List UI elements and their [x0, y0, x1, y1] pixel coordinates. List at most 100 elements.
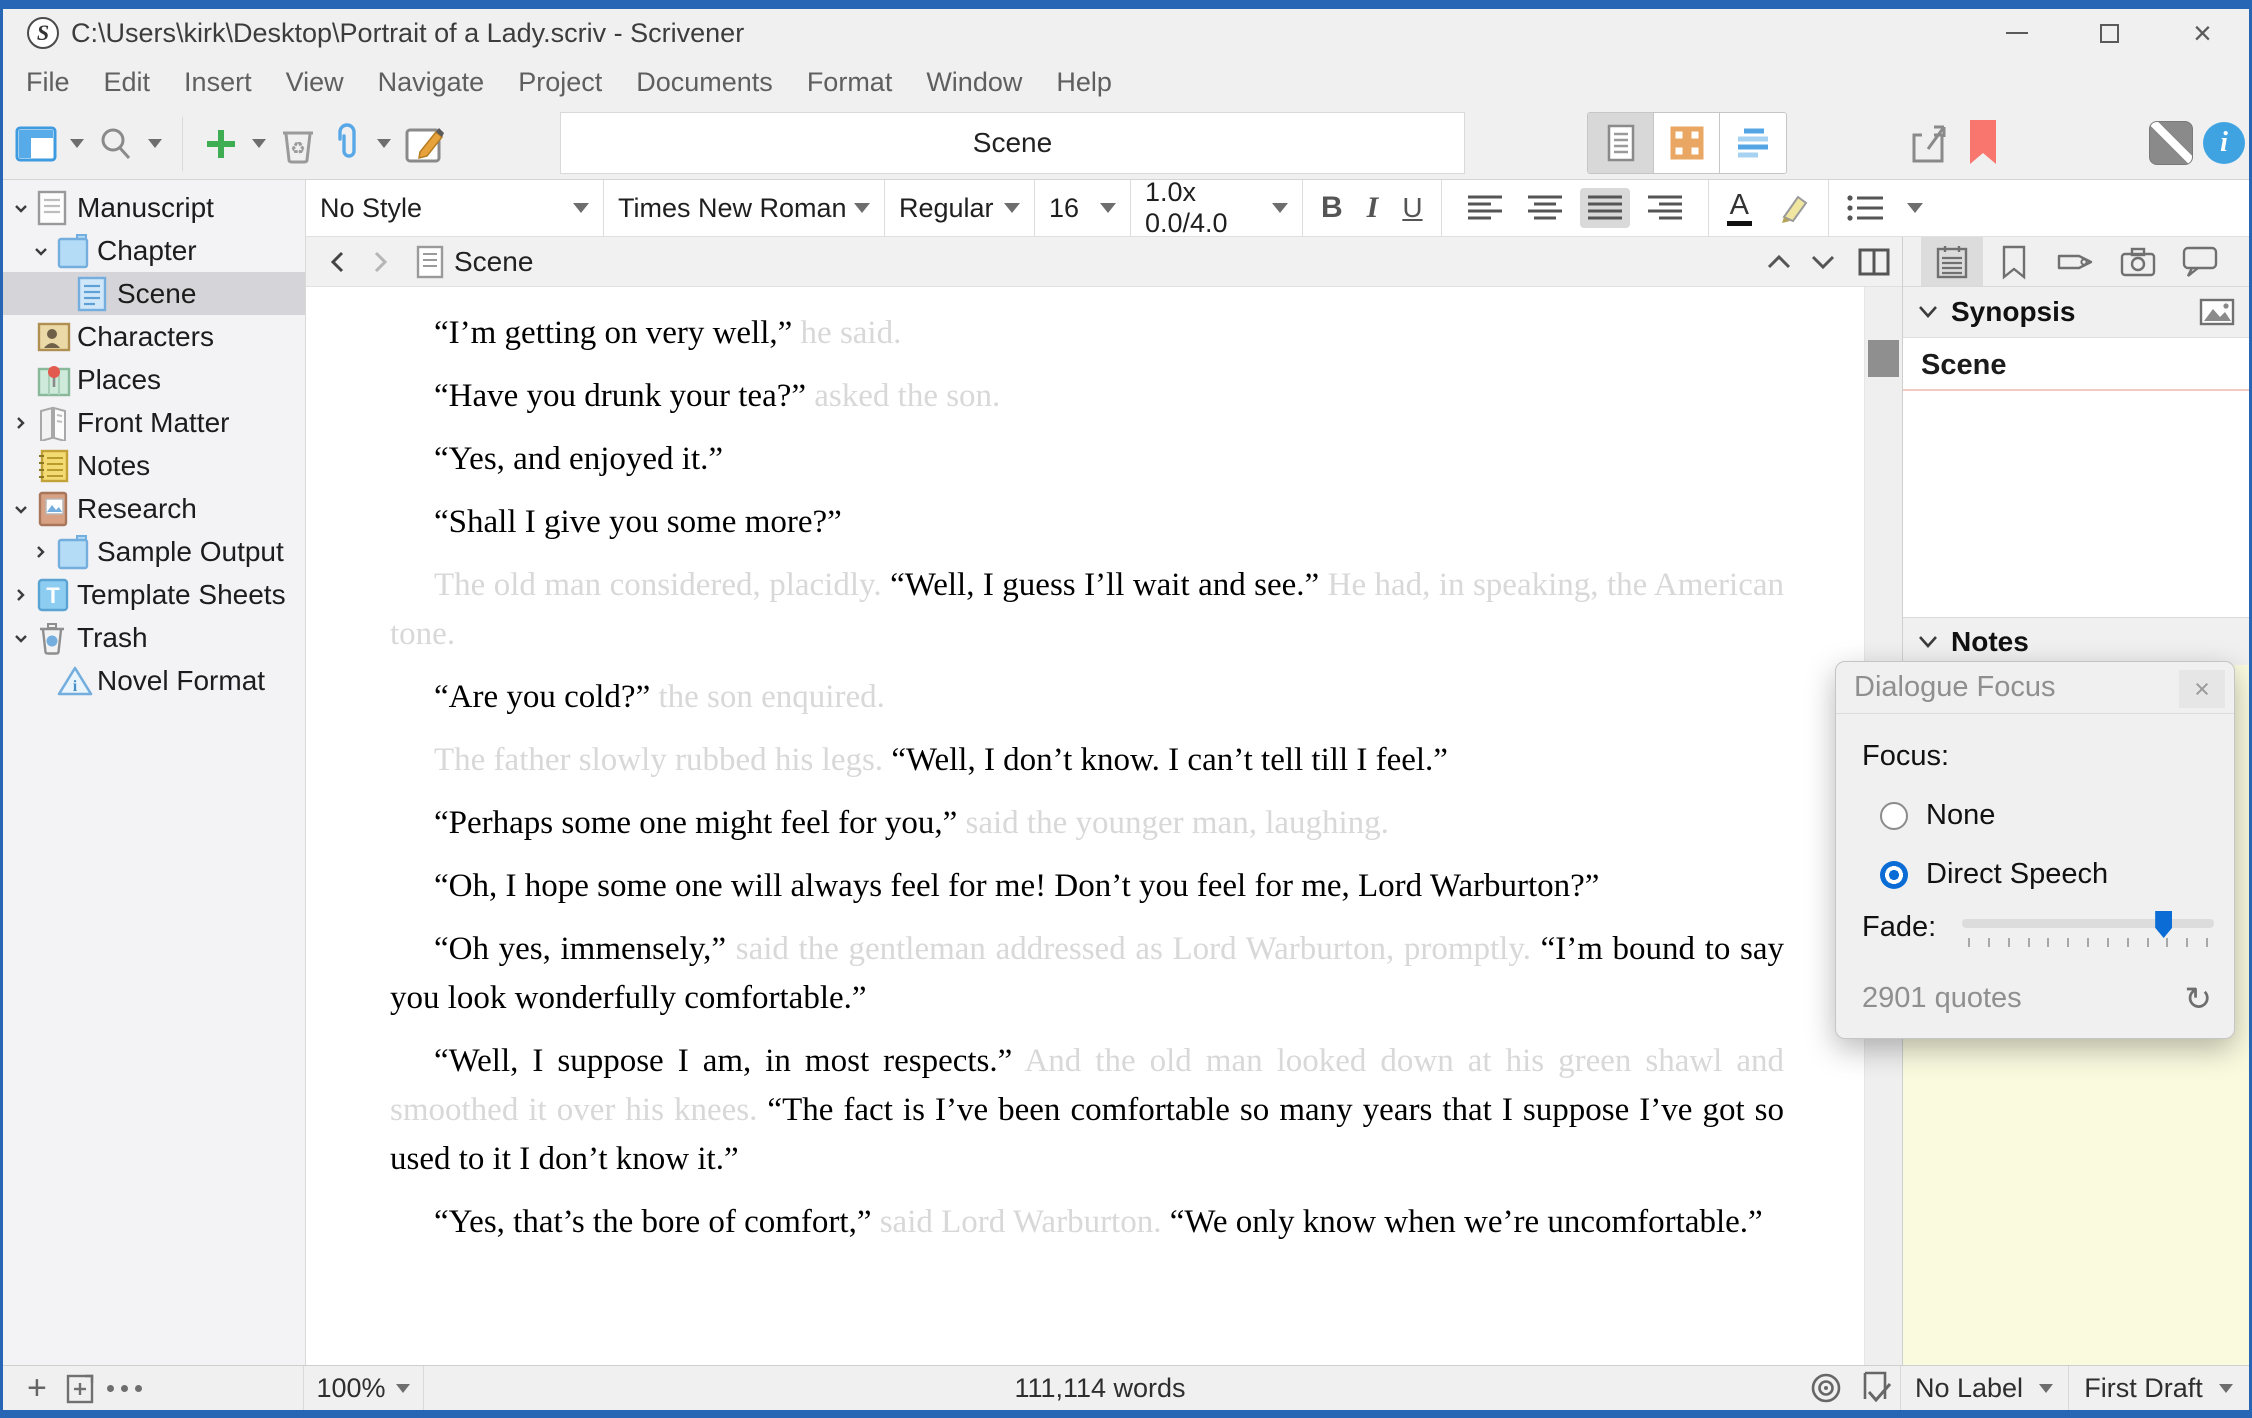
paperclip-icon[interactable] [330, 123, 364, 165]
info-icon[interactable]: i [2203, 122, 2245, 164]
compose-mode-icon[interactable] [2149, 121, 2193, 165]
add-item-icon[interactable] [203, 126, 239, 162]
synopsis-header[interactable]: Synopsis [1903, 287, 2249, 337]
mark-reviewed-icon[interactable] [1859, 1366, 1895, 1410]
chevron-down-icon[interactable] [11, 198, 37, 218]
chevron-down-icon[interactable] [1907, 203, 1923, 213]
label-dropdown[interactable]: No Label [1900, 1366, 2068, 1410]
menu-file[interactable]: File [9, 67, 87, 98]
binder-item-characters[interactable]: Characters [3, 315, 305, 358]
menu-view[interactable]: View [269, 67, 361, 98]
style-dropdown[interactable]: No Style [306, 180, 604, 236]
share-icon[interactable] [1908, 121, 1952, 167]
status-dropdown[interactable]: First Draft [2068, 1366, 2249, 1410]
tab-metadata[interactable] [2045, 237, 2107, 286]
focus-option-none[interactable]: None [1880, 799, 2234, 832]
add-document-button[interactable]: + [27, 1371, 47, 1405]
binder-toggle-icon[interactable] [15, 126, 57, 162]
back-button[interactable] [328, 250, 346, 274]
paperclip-caret[interactable] [377, 139, 391, 148]
search-caret[interactable] [148, 139, 162, 148]
view-mode-document-button[interactable] [1588, 113, 1654, 173]
dialog-close-button[interactable]: × [2179, 670, 2225, 708]
more-options-button[interactable] [107, 1366, 142, 1410]
menu-project[interactable]: Project [501, 67, 619, 98]
text-color-button[interactable]: A [1727, 190, 1752, 225]
view-mode-corkboard-button[interactable] [1654, 113, 1720, 173]
align-right-button[interactable] [1640, 188, 1690, 228]
chevron-down-icon[interactable] [31, 241, 57, 261]
bookmark-icon[interactable] [1968, 120, 1998, 166]
radio-off-icon[interactable] [1880, 802, 1908, 830]
scrollbar-thumb[interactable] [1868, 340, 1899, 377]
refresh-icon[interactable]: ↻ [2184, 979, 2212, 1018]
binder-item-novel-format[interactable]: i Novel Format [3, 659, 305, 702]
chevron-down-icon[interactable] [1917, 304, 1939, 320]
maximize-button[interactable] [2063, 9, 2156, 57]
binder-item-sample-output[interactable]: Sample Output [3, 530, 305, 573]
align-justify-button[interactable] [1580, 188, 1630, 228]
menu-edit[interactable]: Edit [87, 67, 168, 98]
list-format-icon[interactable] [1847, 194, 1883, 222]
fade-slider[interactable] [1962, 919, 2214, 947]
chevron-right-icon[interactable] [11, 413, 37, 433]
minimize-button[interactable] [1970, 9, 2063, 57]
binder-item-scene[interactable]: Scene [3, 272, 305, 315]
menu-navigate[interactable]: Navigate [361, 67, 502, 98]
search-icon[interactable] [97, 125, 135, 163]
font-size-dropdown[interactable]: 16 [1035, 180, 1131, 236]
chevron-down-icon[interactable] [1917, 634, 1939, 650]
editor-text[interactable]: “I’m getting on very well,” he said. “Ha… [306, 287, 1864, 1365]
compose-icon[interactable] [404, 124, 446, 164]
menu-help[interactable]: Help [1039, 67, 1129, 98]
tab-comments[interactable] [2169, 237, 2231, 286]
line-spacing-dropdown[interactable]: 1.0x 0.0/4.0 [1131, 180, 1303, 236]
split-editor-button[interactable] [1858, 248, 1890, 276]
font-dropdown[interactable]: Times New Roman [604, 180, 885, 236]
binder-item-template-sheets[interactable]: T Template Sheets [3, 573, 305, 616]
binder-item-chapter[interactable]: Chapter [3, 229, 305, 272]
add-item-caret[interactable] [252, 139, 266, 148]
tab-bookmarks[interactable] [1983, 237, 2045, 286]
chevron-down-icon[interactable] [11, 628, 37, 648]
toolbar-document-title[interactable]: Scene [560, 112, 1465, 174]
chevron-right-icon[interactable] [31, 542, 57, 562]
menu-format[interactable]: Format [790, 67, 910, 98]
target-icon[interactable] [1809, 1366, 1843, 1410]
chevron-down-icon[interactable] [11, 499, 37, 519]
view-mode-outline-button[interactable] [1720, 113, 1786, 173]
synopsis-image-icon[interactable] [2199, 298, 2235, 326]
binder-item-research[interactable]: Research [3, 487, 305, 530]
align-left-button[interactable] [1460, 188, 1510, 228]
synopsis-card-title[interactable]: Scene [1903, 338, 2249, 391]
menu-insert[interactable]: Insert [167, 67, 269, 98]
menu-window[interactable]: Window [909, 67, 1039, 98]
focus-option-direct-speech[interactable]: Direct Speech [1880, 858, 2234, 891]
forward-button[interactable] [372, 250, 390, 274]
notes-header[interactable]: Notes [1903, 618, 2249, 665]
synopsis-card[interactable]: Scene [1903, 337, 2249, 618]
tab-notes[interactable] [1921, 237, 1983, 286]
binder-item-notes[interactable]: Notes [3, 444, 305, 487]
trash-icon[interactable]: ♻ [279, 124, 317, 164]
menu-documents[interactable]: Documents [619, 67, 790, 98]
binder-item-manuscript[interactable]: Manuscript [3, 186, 305, 229]
bold-button[interactable]: B [1321, 191, 1343, 225]
slider-thumb[interactable] [2155, 911, 2172, 938]
binder-toggle-caret[interactable] [70, 139, 84, 148]
binder-item-trash[interactable]: Trash [3, 616, 305, 659]
underline-button[interactable]: U [1402, 192, 1422, 224]
highlighter-icon[interactable] [1776, 191, 1810, 225]
previous-document-button[interactable] [1766, 253, 1792, 271]
close-button[interactable]: × [2156, 9, 2249, 57]
chevron-right-icon[interactable] [11, 585, 37, 605]
radio-on-icon[interactable] [1880, 861, 1908, 889]
font-variant-dropdown[interactable]: Regular [885, 180, 1035, 236]
next-document-button[interactable] [1810, 253, 1836, 271]
binder-item-places[interactable]: Places [3, 358, 305, 401]
dialog-title-bar[interactable]: Dialogue Focus × [1836, 662, 2234, 714]
align-center-button[interactable] [1520, 188, 1570, 228]
binder-item-front-matter[interactable]: Front Matter [3, 401, 305, 444]
italic-button[interactable]: I [1367, 191, 1379, 225]
tab-snapshots[interactable] [2107, 237, 2169, 286]
